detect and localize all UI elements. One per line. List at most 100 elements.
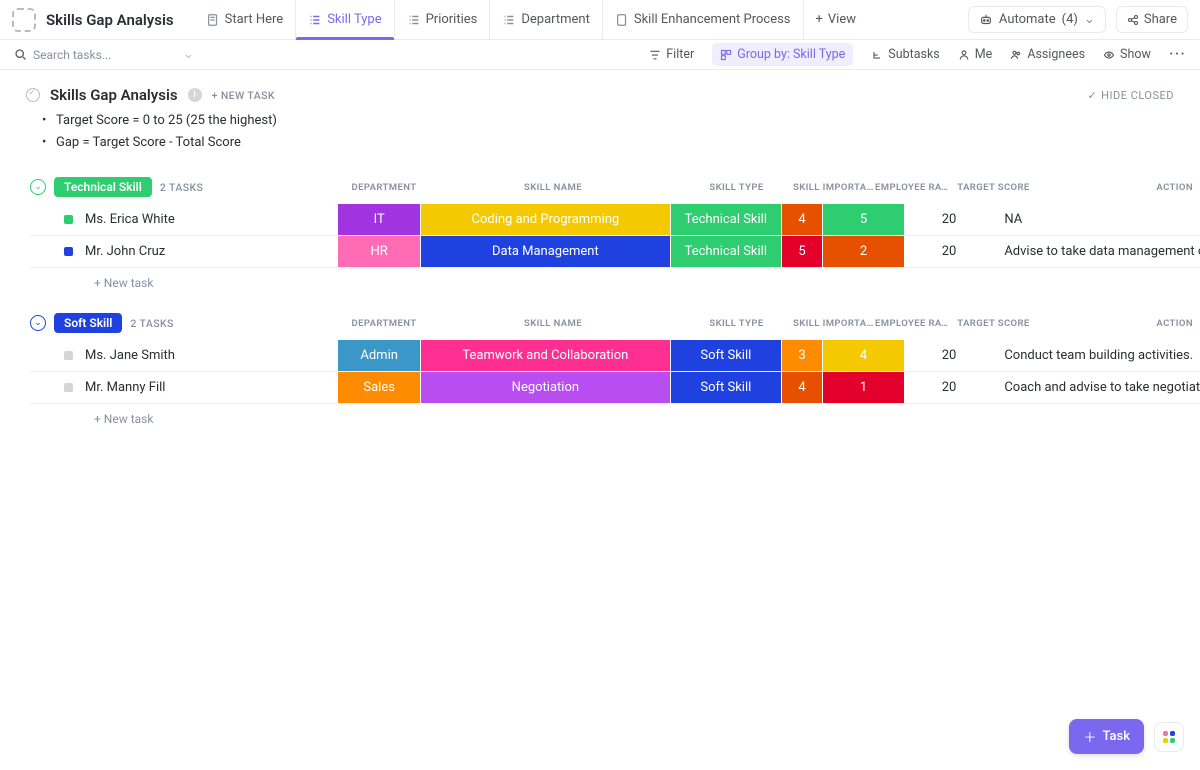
task-name: Ms. Erica White [85, 212, 175, 227]
cell-target[interactable]: 20 [904, 236, 994, 267]
tab-skill-type[interactable]: Skill Type [295, 0, 393, 40]
cell-department[interactable]: Sales [337, 372, 420, 403]
task-group: ⌄ Soft Skill 2 TASKS DEPARTMENT SKILL NA… [0, 308, 1200, 444]
cell-skill-type[interactable]: Technical Skill [670, 236, 781, 267]
cell-target[interactable]: 20 [904, 204, 994, 235]
add-view-button[interactable]: + View [803, 0, 869, 40]
share-button[interactable]: Share [1116, 6, 1188, 33]
cell-skill-type[interactable]: Soft Skill [670, 340, 781, 371]
cell-skill-name[interactable]: Coding and Programming [420, 204, 670, 235]
cell-skill-name[interactable]: Negotiation [420, 372, 670, 403]
tab-label: Department [521, 12, 590, 27]
search-input[interactable] [33, 48, 173, 62]
cell-skill-name[interactable]: Data Management [420, 236, 670, 267]
view-tabs: Start Here Skill Type Priorities Departm… [194, 0, 868, 40]
col-skill-type[interactable]: SKILL TYPE [680, 318, 793, 329]
cell-skill-type[interactable]: Technical Skill [670, 204, 781, 235]
cell-action[interactable]: Advise to take data management or [993, 236, 1200, 267]
new-task-header-button[interactable]: + NEW TASK [212, 89, 275, 102]
tab-priorities[interactable]: Priorities [394, 0, 490, 40]
status-square-icon[interactable] [64, 247, 73, 256]
col-skill-type[interactable]: SKILL TYPE [680, 182, 793, 193]
collapse-all-icon[interactable] [26, 88, 40, 102]
status-square-icon[interactable] [64, 351, 73, 360]
cell-target[interactable]: 20 [904, 340, 994, 371]
col-importance[interactable]: SKILL IMPORTAN... [793, 318, 875, 329]
info-icon[interactable]: i [188, 88, 202, 102]
filter-button[interactable]: Filter [649, 47, 694, 62]
page-title: Skills Gap Analysis [46, 11, 174, 29]
group-collapse-button[interactable]: ⌄ [30, 315, 46, 331]
col-rating[interactable]: EMPLOYEE RATI... [875, 182, 948, 193]
filter-label: Filter [666, 47, 694, 62]
status-square-icon[interactable] [64, 383, 73, 392]
hide-closed-label: HIDE CLOSED [1101, 89, 1174, 102]
cell-action[interactable]: Conduct team building activities. [993, 340, 1200, 371]
cell-skill-type[interactable]: Soft Skill [670, 372, 781, 403]
tab-label: Skill Type [327, 12, 381, 27]
group-collapse-button[interactable]: ⌄ [30, 179, 46, 195]
task-row[interactable]: Ms. Erica White IT Coding and Programmin… [30, 204, 1200, 236]
apps-button[interactable] [1154, 722, 1184, 752]
cell-skill-name[interactable]: Teamwork and Collaboration [420, 340, 670, 371]
assignees-label: Assignees [1027, 47, 1085, 62]
space-icon[interactable] [12, 8, 36, 32]
group-pill[interactable]: Technical Skill [54, 177, 152, 197]
col-target[interactable]: TARGET SCORE [948, 318, 1039, 329]
share-label: Share [1144, 12, 1177, 27]
tab-start-here[interactable]: Start Here [194, 0, 296, 40]
cell-department[interactable]: IT [337, 204, 420, 235]
assignees-button[interactable]: Assignees [1010, 47, 1085, 62]
person-icon [958, 49, 970, 61]
col-skill-name[interactable]: SKILL NAME [426, 318, 680, 329]
task-row[interactable]: Mr. John Cruz HR Data Management Technic… [30, 236, 1200, 268]
col-skill-name[interactable]: SKILL NAME [426, 182, 680, 193]
tab-department[interactable]: Department [489, 0, 602, 40]
group-rows: Ms. Jane Smith Admin Teamwork and Collab… [30, 340, 1200, 404]
more-button[interactable]: ··· [1169, 44, 1186, 65]
chevron-down-icon[interactable]: ⌄ [183, 47, 194, 62]
subtasks-button[interactable]: Subtasks [871, 47, 939, 62]
task-row[interactable]: Mr. Manny Fill Sales Negotiation Soft Sk… [30, 372, 1200, 404]
group-pill[interactable]: Soft Skill [54, 313, 122, 333]
cell-action[interactable]: NA [993, 204, 1200, 235]
cell-department[interactable]: Admin [337, 340, 420, 371]
status-square-icon[interactable] [64, 215, 73, 224]
cell-rating[interactable]: 1 [822, 372, 904, 403]
groupby-button[interactable]: Group by: Skill Type [712, 43, 853, 66]
cell-importance[interactable]: 4 [781, 204, 822, 235]
col-target[interactable]: TARGET SCORE [948, 182, 1039, 193]
col-department[interactable]: DEPARTMENT [342, 318, 426, 329]
cell-importance[interactable]: 3 [781, 340, 822, 371]
col-action[interactable]: ACTION [1039, 318, 1199, 329]
list-header: Skills Gap Analysis i + NEW TASK ✓ HIDE … [0, 70, 1200, 110]
topbar-right: Automate (4) ⌄ Share [968, 6, 1188, 33]
grid-icon [1163, 731, 1175, 743]
me-button[interactable]: Me [958, 47, 993, 62]
new-task-row-button[interactable]: + New task [30, 404, 1200, 444]
automate-button[interactable]: Automate (4) ⌄ [968, 6, 1106, 33]
cell-department[interactable]: HR [337, 236, 420, 267]
new-task-fab[interactable]: ＋ Task [1069, 719, 1144, 754]
cell-importance[interactable]: 5 [781, 236, 822, 267]
new-task-row-button[interactable]: + New task [30, 268, 1200, 308]
task-name-cell: Ms. Jane Smith [30, 340, 337, 371]
task-row[interactable]: Ms. Jane Smith Admin Teamwork and Collab… [30, 340, 1200, 372]
cell-rating[interactable]: 4 [822, 340, 904, 371]
eye-icon [1103, 49, 1115, 61]
col-department[interactable]: DEPARTMENT [342, 182, 426, 193]
cell-importance[interactable]: 4 [781, 372, 822, 403]
col-rating[interactable]: EMPLOYEE RATI... [875, 318, 948, 329]
cell-rating[interactable]: 5 [822, 204, 904, 235]
doc-icon [206, 13, 220, 27]
task-name: Mr. John Cruz [85, 244, 165, 259]
cell-action[interactable]: Coach and advise to take negotiatio [993, 372, 1200, 403]
show-label: Show [1120, 47, 1151, 62]
cell-rating[interactable]: 2 [822, 236, 904, 267]
col-importance[interactable]: SKILL IMPORTAN... [793, 182, 875, 193]
hide-closed-button[interactable]: ✓ HIDE CLOSED [1087, 89, 1174, 102]
cell-target[interactable]: 20 [904, 372, 994, 403]
show-button[interactable]: Show [1103, 47, 1151, 62]
col-action[interactable]: ACTION [1039, 182, 1199, 193]
tab-enhancement[interactable]: Skill Enhancement Process [602, 0, 803, 40]
